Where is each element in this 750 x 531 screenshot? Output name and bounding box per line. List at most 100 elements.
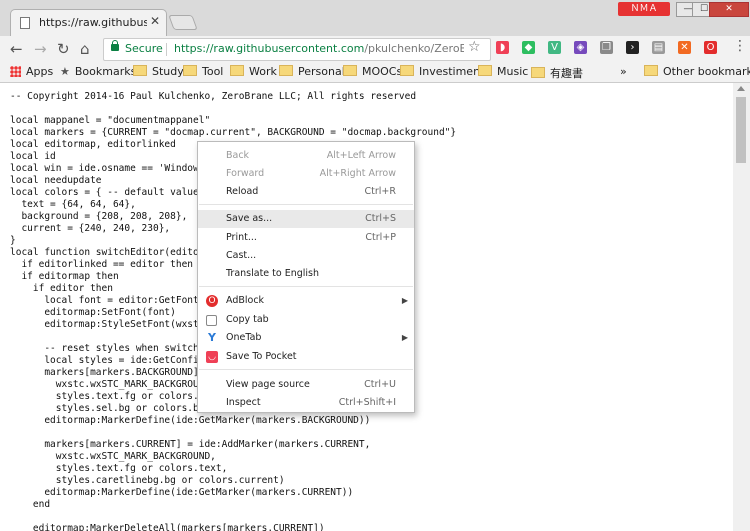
secure-label: Secure (125, 42, 163, 55)
folder-icon (183, 65, 197, 76)
profile-badge[interactable]: ＮＭＡ (618, 2, 670, 16)
browser-menu-icon[interactable]: ⋮ (733, 38, 747, 54)
menu-item-shortcut: Alt+Right Arrow (319, 168, 396, 179)
terminal-extension-icon[interactable]: › (626, 41, 639, 54)
menu-item-save-to-pocket[interactable]: ◡ Save To Pocket (198, 348, 414, 366)
submenu-arrow-icon: ▶ (401, 333, 408, 342)
forward-arrow-icon[interactable]: → (34, 40, 47, 58)
folder-icon (133, 65, 147, 76)
menu-item-label: Back (226, 150, 250, 161)
bookmarks-overflow-button[interactable]: » (620, 65, 627, 78)
menu-item-label: Copy tab (226, 314, 269, 325)
redux-extension-icon[interactable]: ◈ (574, 41, 587, 54)
window-close-button[interactable]: ✕ (709, 2, 749, 17)
bookmark-folder-fun[interactable]: 有趣書 (531, 65, 583, 81)
bookmark-apps[interactable]: Apps (10, 65, 53, 78)
home-icon[interactable]: ⌂ (80, 40, 90, 58)
browser-toolbar: ← → ↻ ⌂ Secure https://raw.githubusercon… (0, 36, 750, 62)
menu-separator (199, 204, 413, 205)
bookmark-label: Tool (202, 65, 224, 78)
apps-grid-icon (10, 66, 21, 77)
bookmark-folder-moocs[interactable]: MOOCs (343, 65, 402, 78)
bookmark-star-icon[interactable]: ☆ (468, 39, 481, 55)
menu-item-label: Save To Pocket (226, 351, 297, 362)
url-path: /pkulchenko/ZeroBraneP (364, 42, 464, 55)
bookmark-folder-study[interactable]: Study (133, 65, 184, 78)
bookmark-label: Other bookmarks (663, 65, 750, 78)
folder-icon (478, 65, 492, 76)
folder-icon (343, 65, 357, 76)
pocket-extension-icon[interactable]: ◗ (496, 41, 509, 54)
menu-item-back[interactable]: Back Alt+Left Arrow (198, 147, 414, 165)
folder-icon (279, 65, 293, 76)
bookmark-folder-tool[interactable]: Tool (183, 65, 223, 78)
url-text[interactable]: https://raw.githubusercontent.com/pkulch… (174, 42, 464, 55)
title-bar: https://raw.githubuserco ✕ ＮＭＡ — ☐ ✕ (0, 0, 750, 37)
bookmark-bookmarks[interactable]: ★ Bookmarks (60, 65, 136, 78)
menu-item-reload[interactable]: Reload Ctrl+R (198, 183, 414, 201)
submenu-arrow-icon: ▶ (401, 296, 408, 305)
address-bar[interactable]: Secure https://raw.githubusercontent.com… (103, 38, 491, 61)
menu-item-shortcut: Ctrl+Shift+I (338, 397, 396, 408)
menu-item-label: Forward (226, 168, 265, 179)
lock-icon (111, 40, 119, 51)
menu-item-label: Cast... (226, 250, 257, 261)
menu-item-view-source[interactable]: View page source Ctrl+U (198, 376, 414, 394)
folder-icon (531, 67, 545, 78)
menu-item-label: Reload (226, 186, 259, 197)
vertical-scrollbar[interactable] (733, 83, 750, 531)
menu-item-copy-tab[interactable]: Copy tab (198, 311, 414, 329)
menu-separator (199, 286, 413, 287)
adblock-extension-icon[interactable]: O (704, 41, 717, 54)
menu-item-label: Save as... (226, 213, 273, 224)
bookmark-label: 有趣書 (550, 67, 583, 80)
menu-item-label: AdBlock (226, 295, 265, 306)
bookmark-label: Study (152, 65, 184, 78)
menu-item-adblock[interactable]: O AdBlock ▶ (198, 292, 414, 310)
bookmark-apps-label: Apps (26, 65, 54, 78)
browser-tab[interactable]: https://raw.githubuserco ✕ (10, 9, 167, 37)
bookmark-folder-personal[interactable]: Personal (279, 65, 345, 78)
url-host: https://raw.githubusercontent.com (174, 42, 365, 55)
menu-item-shortcut: Ctrl+S (365, 213, 396, 224)
menu-separator (199, 369, 413, 370)
menu-item-shortcut: Alt+Left Arrow (326, 150, 396, 161)
menu-item-translate[interactable]: Translate to English (198, 265, 414, 283)
menu-item-forward[interactable]: Forward Alt+Right Arrow (198, 165, 414, 183)
vue-extension-icon[interactable]: V (548, 41, 561, 54)
menu-item-cast[interactable]: Cast... (198, 247, 414, 265)
menu-item-inspect[interactable]: Inspect Ctrl+Shift+I (198, 394, 414, 412)
bookmark-label: Music (497, 65, 529, 78)
back-arrow-icon[interactable]: ← (10, 40, 23, 58)
menu-item-label: OneTab (226, 332, 262, 343)
menu-item-save-as[interactable]: Save as... Ctrl+S (198, 210, 414, 228)
copy-extension-icon[interactable]: ❐ (600, 41, 613, 54)
reader-extension-icon[interactable]: ▤ (652, 41, 665, 54)
menu-item-label: View page source (226, 379, 310, 390)
bookmark-folder-music[interactable]: Music (478, 65, 528, 78)
bookmark-label: Work (249, 65, 277, 78)
menu-item-onetab[interactable]: Y OneTab ▶ (198, 329, 414, 347)
evernote-extension-icon[interactable]: ◆ (522, 41, 535, 54)
reload-icon[interactable]: ↻ (57, 40, 70, 58)
bookmark-label: Investiment (419, 65, 485, 78)
menu-item-print[interactable]: Print... Ctrl+P (198, 229, 414, 247)
folder-icon (644, 65, 658, 76)
new-tab-button[interactable] (168, 15, 198, 30)
blocker-extension-icon[interactable]: ✕ (678, 41, 691, 54)
scroll-up-arrow-icon[interactable] (737, 86, 745, 91)
menu-item-shortcut: Ctrl+U (364, 379, 396, 390)
bookmark-label: Personal (298, 65, 345, 78)
bookmarks-bar: Apps ★ Bookmarks Study Tool Work Personal… (0, 62, 750, 83)
bookmark-folder-work[interactable]: Work (230, 65, 277, 78)
tab-close-icon[interactable]: ✕ (150, 14, 160, 28)
pocket-icon: ◡ (206, 351, 218, 363)
star-icon: ★ (60, 65, 70, 78)
context-menu: Back Alt+Left Arrow Forward Alt+Right Arro… (197, 141, 415, 413)
scrollbar-thumb[interactable] (736, 97, 746, 163)
bookmark-label: MOOCs (362, 65, 403, 78)
bookmark-folder-other[interactable]: Other bookmarks (644, 65, 750, 78)
page-favicon-icon (20, 17, 30, 29)
bookmark-folder-investiment[interactable]: Investiment (400, 65, 484, 78)
folder-icon (230, 65, 244, 76)
